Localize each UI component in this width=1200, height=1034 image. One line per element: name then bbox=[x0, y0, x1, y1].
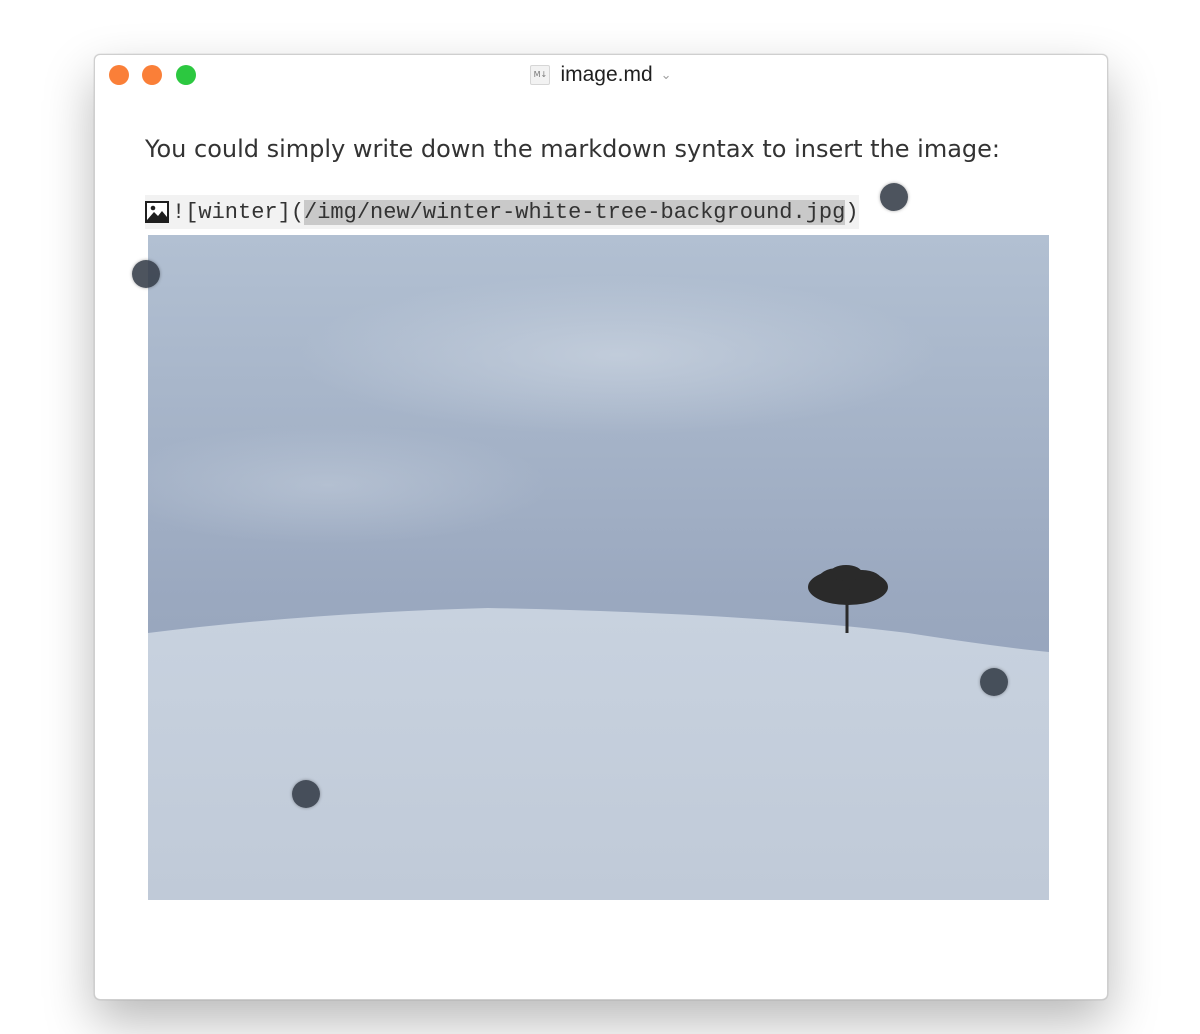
title-bar: M↓ image.md ⌄ bbox=[95, 55, 1107, 95]
markdown-image-syntax[interactable]: ![winter](/img/new/winter-white-tree-bac… bbox=[145, 195, 859, 229]
markdown-prefix: ![winter]( bbox=[172, 199, 305, 225]
chevron-down-icon[interactable]: ⌄ bbox=[661, 67, 672, 83]
window-title: image.md bbox=[560, 63, 653, 86]
window-title-area[interactable]: M↓ image.md ⌄ bbox=[95, 55, 1107, 95]
touch-cursor-indicator bbox=[880, 183, 908, 211]
image-icon bbox=[145, 201, 169, 223]
paragraph-text[interactable]: You could simply write down the markdown… bbox=[145, 135, 1000, 163]
touch-cursor-indicator bbox=[132, 260, 160, 288]
markdown-file-icon: M↓ bbox=[530, 65, 551, 85]
markdown-suffix: ) bbox=[845, 199, 859, 225]
winter-photo[interactable] bbox=[148, 235, 1049, 900]
touch-cursor-indicator bbox=[980, 668, 1008, 696]
editor-window: M↓ image.md ⌄ You could simply write dow… bbox=[94, 54, 1108, 1000]
touch-cursor-indicator bbox=[292, 780, 320, 808]
selected-image-path[interactable]: /img/new/winter-white-tree-background.jp… bbox=[304, 199, 846, 225]
